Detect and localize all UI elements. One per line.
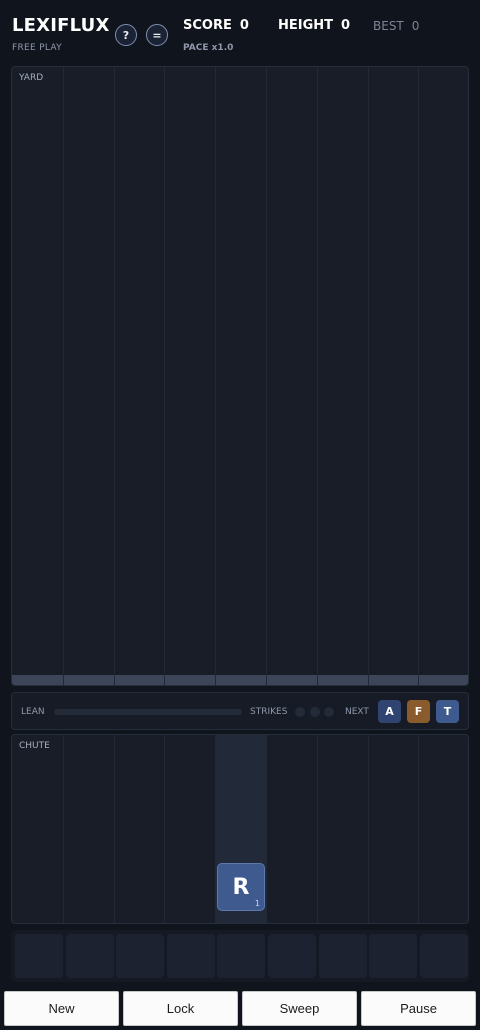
column-divider	[215, 67, 216, 685]
falling-tile[interactable]: R 1	[217, 863, 265, 911]
chute-label: CHUTE	[19, 741, 50, 751]
strikes-label: STRIKES	[250, 707, 288, 717]
column-divider	[266, 67, 267, 685]
game-mode-label: FREE PLAY	[12, 43, 62, 53]
tray-slot[interactable]	[217, 934, 265, 978]
height-stat: HEIGHT 0	[278, 18, 350, 33]
column-divider	[266, 735, 267, 923]
menu-button[interactable]: =	[146, 24, 168, 46]
tray-slot[interactable]	[319, 934, 367, 978]
tray-slot[interactable]	[15, 934, 63, 978]
tray-slot[interactable]	[116, 934, 164, 978]
strike-indicator	[310, 707, 320, 717]
column-divider	[114, 735, 115, 923]
letter-tray	[11, 930, 469, 982]
column-divider	[114, 67, 115, 685]
tile-points: 1	[254, 899, 260, 908]
lean-meter	[54, 709, 242, 715]
column-divider	[418, 735, 419, 923]
pause-button[interactable]: Pause	[361, 991, 476, 1026]
column-divider	[63, 67, 64, 685]
yard-board[interactable]: YARD	[11, 66, 469, 686]
pace-indicator: PACE x1.0	[183, 43, 234, 53]
tray-slot[interactable]	[268, 934, 316, 978]
next-label: NEXT	[345, 707, 369, 717]
column-divider	[317, 67, 318, 685]
tray-slot[interactable]	[66, 934, 114, 978]
column-divider	[164, 735, 165, 923]
tray-slot[interactable]	[369, 934, 417, 978]
score-stat: SCORE 0	[183, 18, 249, 33]
status-strip: LEAN STRIKES NEXT A F T	[11, 692, 469, 730]
column-divider	[418, 67, 419, 685]
height-value: 0	[341, 18, 351, 33]
app-title: LEXIFLUX	[12, 15, 110, 36]
next-tile: F	[407, 700, 430, 723]
best-label: BEST	[373, 19, 404, 33]
next-tile: T	[436, 700, 459, 723]
strike-indicator	[295, 707, 305, 717]
help-button[interactable]: ?	[115, 24, 137, 46]
yard-floor	[12, 675, 468, 685]
column-divider	[317, 735, 318, 923]
column-divider	[368, 735, 369, 923]
next-tile: A	[378, 700, 401, 723]
tile-letter: R	[232, 874, 250, 900]
score-value: 0	[239, 18, 249, 33]
best-stat: BEST 0	[373, 19, 419, 33]
lock-button[interactable]: Lock	[123, 991, 238, 1026]
strike-indicator	[324, 707, 334, 717]
yard-label: YARD	[19, 73, 44, 83]
chute-board[interactable]: CHUTE R 1	[11, 734, 469, 924]
height-label: HEIGHT	[278, 18, 334, 33]
score-label: SCORE	[183, 18, 232, 33]
column-divider	[368, 67, 369, 685]
column-divider	[63, 735, 64, 923]
tray-slot[interactable]	[420, 934, 468, 978]
best-value: 0	[411, 19, 420, 33]
column-divider	[215, 735, 216, 923]
game-screen: LEXIFLUX FREE PLAY ? = SCORE 0 HEIGHT 0 …	[0, 0, 480, 1030]
sweep-button[interactable]: Sweep	[242, 991, 357, 1026]
new-button[interactable]: New	[4, 991, 119, 1026]
lean-label: LEAN	[21, 707, 45, 717]
tray-slot[interactable]	[167, 934, 215, 978]
column-divider	[164, 67, 165, 685]
